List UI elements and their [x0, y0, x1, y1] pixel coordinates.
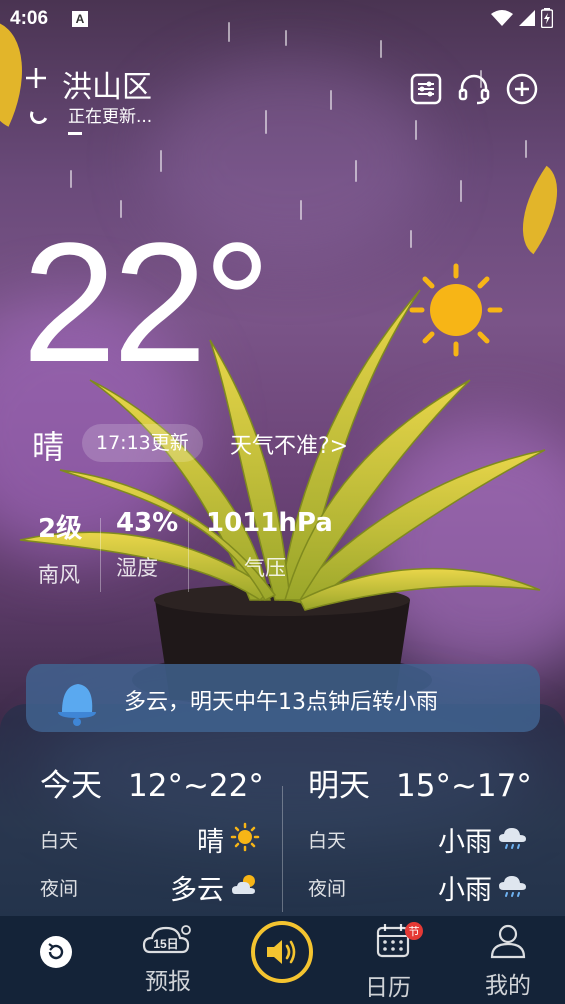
customer-service-button[interactable] [457, 72, 491, 106]
divider [188, 518, 189, 592]
nav-calendar[interactable]: 节 日历 [365, 922, 424, 1002]
light-rain-icon [499, 828, 526, 849]
voice-broadcast-button[interactable] [251, 921, 313, 983]
settings-button[interactable] [409, 72, 443, 106]
humidity-value: 43% [116, 508, 179, 538]
sliders-icon [410, 73, 442, 105]
today-night-condition: 多云 [170, 875, 224, 906]
signal-icon [519, 10, 535, 26]
notification-a-icon: A [72, 11, 88, 27]
plus-circle-icon [506, 73, 538, 105]
today-day-row: 白天 晴 [40, 822, 260, 858]
notice-text: 多云，明天中午13点钟后转小雨 [124, 690, 438, 715]
current-temperature: 22° [22, 208, 271, 398]
humidity-metric: 43% 湿度 [116, 508, 178, 582]
svg-text:15日: 15日 [153, 937, 178, 951]
sunny-icon [230, 822, 260, 852]
refresh-icon [48, 943, 64, 960]
today-night-row: 夜间 多云 [40, 874, 260, 906]
update-time-badge: 17:13更新 [82, 424, 203, 462]
today-forecast[interactable]: 今天 12°~22° [40, 760, 264, 805]
divider [100, 518, 101, 592]
nav-forecast[interactable]: 15日 预报 [142, 922, 194, 996]
nav-calendar-label: 日历 [365, 975, 411, 1001]
tomorrow-label: 明天 [308, 768, 370, 804]
bell-icon [58, 684, 96, 726]
humidity-label: 湿度 [116, 556, 158, 580]
sun-icon [409, 263, 503, 357]
nav-profile[interactable]: 我的 [484, 922, 532, 1000]
day-label: 白天 [308, 830, 347, 852]
user-icon [490, 924, 526, 959]
tomorrow-night-condition: 小雨 [438, 875, 492, 906]
add-city-icon[interactable] [24, 66, 48, 90]
pressure-metric: 1011hPa 气压 [206, 508, 333, 582]
wind-metric: 2级 南风 [38, 508, 82, 589]
column-divider [282, 786, 283, 912]
add-button[interactable] [505, 72, 539, 106]
pressure-value: 1011hPa [206, 508, 333, 538]
svg-text:节: 节 [409, 925, 420, 938]
status-time: 4:06 [10, 8, 49, 29]
wifi-icon [491, 10, 513, 26]
bottom-navigation: 15日 预报 节 日历 我的 [0, 916, 565, 1004]
tomorrow-day-row: 白天 小雨 [308, 826, 528, 858]
wind-label: 南风 [38, 563, 80, 587]
updating-status: 正在更新... [68, 107, 153, 127]
nav-profile-label: 我的 [485, 973, 531, 999]
night-label: 夜间 [40, 878, 79, 900]
headset-icon [458, 74, 490, 105]
night-label: 夜间 [308, 878, 347, 900]
tomorrow-night-row: 夜间 小雨 [308, 874, 528, 906]
day-label: 白天 [40, 830, 79, 852]
partly-cloudy-icon [232, 875, 255, 894]
refresh-button[interactable] [40, 936, 72, 968]
wind-value: 2级 [38, 514, 83, 544]
status-bar: 4:06 A [0, 0, 565, 38]
today-label: 今天 [40, 768, 102, 804]
nav-forecast-label: 预报 [145, 969, 191, 995]
today-day-condition: 晴 [197, 827, 224, 858]
weather-notice-banner[interactable]: 多云，明天中午13点钟后转小雨 [26, 664, 540, 732]
current-condition: 晴 [32, 428, 65, 466]
weather-inaccurate-link[interactable]: 天气不准?> [230, 428, 348, 460]
top-actions [409, 72, 539, 106]
speaker-icon [267, 940, 296, 964]
today-range: 12°~22° [128, 768, 264, 804]
battery-icon [541, 8, 553, 28]
pressure-label: 气压 [244, 556, 286, 580]
calendar-icon: 节 [376, 922, 423, 958]
location-name[interactable]: 洪山区 [62, 62, 152, 106]
light-rain-icon [499, 876, 526, 897]
tomorrow-day-condition: 小雨 [438, 827, 492, 858]
tomorrow-forecast[interactable]: 明天 15°~17° [308, 760, 532, 805]
forecast-15day-icon: 15日 [142, 925, 191, 954]
updating-indicator [68, 132, 82, 135]
tomorrow-range: 15°~17° [396, 768, 532, 804]
